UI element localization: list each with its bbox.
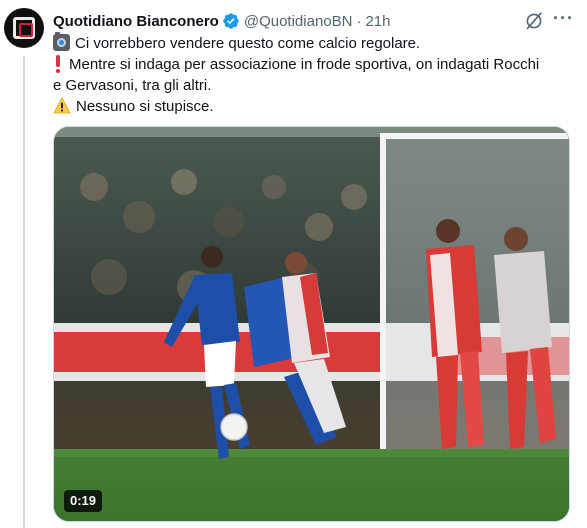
warning-emoji-icon (53, 97, 71, 114)
tweet[interactable]: Quotidiano Bianconero @QuotidianoBN · 21… (0, 0, 587, 528)
grok-icon[interactable] (523, 10, 545, 32)
separator-dot: · (356, 12, 362, 30)
exclamation-emoji-icon (53, 55, 63, 73)
verified-badge-icon (223, 13, 239, 29)
video-duration: 0:19 (64, 490, 103, 512)
tweet-line-3: e Gervasoni, tra gli altri. (53, 75, 563, 96)
author-name[interactable]: Quotidiano Bianconero (53, 13, 219, 30)
thread-line (23, 56, 25, 528)
tweet-line-4: Nessuno si stupisce. (53, 96, 563, 117)
tweet-line-4-text: Nessuno si stupisce. (76, 98, 214, 115)
tweet-header: Quotidiano Bianconero @QuotidianoBN · 21… (53, 11, 391, 31)
timestamp[interactable]: 21h (365, 13, 390, 30)
more-icon[interactable]: ··· (553, 9, 573, 32)
tweet-line-3-text: e Gervasoni, tra gli altri. (53, 77, 212, 94)
video-player[interactable]: 0:19 (53, 126, 570, 522)
author-avatar[interactable] (4, 8, 44, 48)
video-frame (54, 127, 569, 521)
tweet-line-2: Mentre si indaga per associazione in fro… (53, 54, 563, 75)
quotidiano-logo-icon (13, 17, 35, 39)
tweet-text: Ci vorrebbero vendere questo come calcio… (53, 32, 563, 117)
camera-emoji-icon (53, 32, 70, 51)
author-handle[interactable]: @QuotidianoBN (244, 13, 353, 30)
tweet-line-1-text: Ci vorrebbero vendere questo come calcio… (75, 35, 421, 52)
tweet-line-2-text: Mentre si indaga per associazione in fro… (69, 56, 540, 73)
tweet-line-1: Ci vorrebbero vendere questo come calcio… (53, 32, 563, 54)
